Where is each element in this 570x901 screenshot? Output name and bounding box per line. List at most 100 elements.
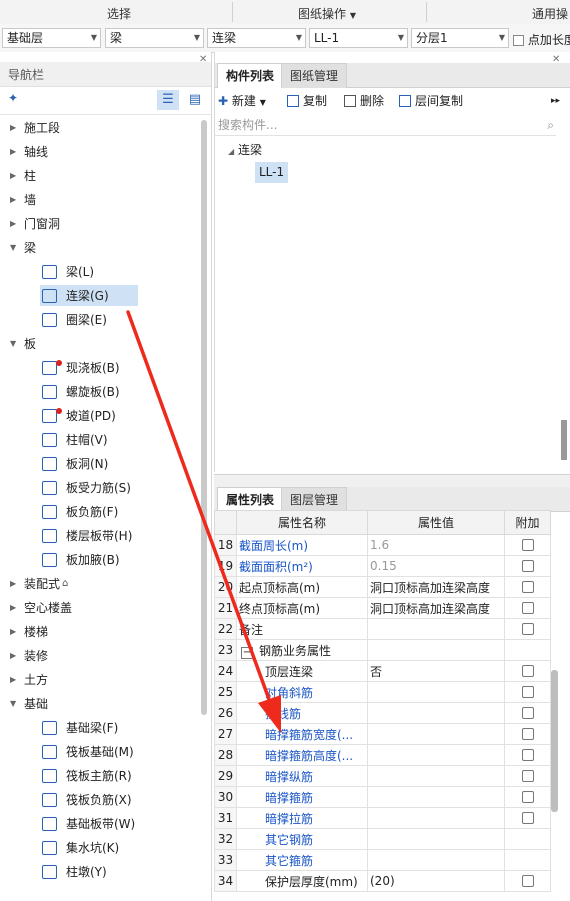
nav-category[interactable]: ▶ 门窗洞	[0, 213, 200, 235]
search-icon[interactable]: ⌕	[547, 115, 554, 135]
property-row[interactable]: 26 折线筋	[214, 702, 551, 724]
property-value[interactable]: 洞口顶标高加连梁高度	[367, 597, 505, 619]
scrollbar-thumb[interactable]	[561, 420, 567, 460]
attach-checkbox[interactable]	[521, 602, 534, 614]
more-icon[interactable]: ▸▸	[551, 92, 560, 110]
property-name-cell[interactable]: 终点顶标高(m)	[236, 597, 368, 619]
nav-category[interactable]: ▶ 墙	[0, 189, 200, 211]
nav-subitem[interactable]: 板受力筋(S)	[0, 477, 200, 499]
nav-category[interactable]: ▼ 基础	[0, 693, 200, 715]
attach-checkbox[interactable]	[521, 791, 534, 803]
nav-category[interactable]: ▶ 轴线	[0, 141, 200, 163]
type-select[interactable]: 连梁 ▼	[207, 28, 306, 48]
ribbon-tab-general[interactable]: 通用操	[532, 5, 568, 22]
add-length-checkbox[interactable]: 点加长度	[513, 31, 570, 48]
collapse-icon[interactable]: −	[241, 646, 253, 659]
delete-button[interactable]: 删除	[344, 92, 384, 110]
nav-subitem[interactable]: 集水坑(K)	[0, 837, 200, 859]
checkbox-box[interactable]	[513, 35, 524, 46]
nav-subitem[interactable]: 连梁(G)	[0, 285, 200, 307]
nav-category[interactable]: ▶ 施工段	[0, 117, 200, 139]
attach-checkbox[interactable]	[521, 812, 534, 824]
property-value[interactable]	[367, 702, 505, 724]
attach-checkbox[interactable]	[521, 707, 534, 719]
detail-view-icon[interactable]: ▤	[184, 90, 206, 110]
property-row[interactable]: 21 终点顶标高(m) 洞口顶标高加连梁高度	[214, 597, 551, 619]
property-value[interactable]	[367, 744, 505, 766]
attach-checkbox[interactable]	[521, 623, 534, 635]
component-search[interactable]: 搜索构件... ⌕	[214, 115, 556, 136]
property-value[interactable]: 1.6	[367, 534, 505, 556]
property-name-cell[interactable]: 起点顶标高(m)	[236, 576, 368, 598]
property-name-cell[interactable]: 暗撑箍筋高度(...	[236, 744, 368, 766]
caret-right-icon[interactable]: ▶	[10, 645, 16, 667]
tab-component-list[interactable]: 构件列表	[217, 63, 284, 88]
property-row[interactable]: 29 暗撑纵筋	[214, 765, 551, 787]
attach-checkbox[interactable]	[521, 581, 534, 593]
tree-item-ll1[interactable]: LL-1	[255, 162, 289, 183]
property-name-cell[interactable]: 顶层连梁	[236, 660, 368, 682]
nav-subitem[interactable]: 梁(L)	[0, 261, 200, 283]
property-name-cell[interactable]: 其它钢筋	[236, 828, 368, 850]
floor-select[interactable]: 基础层 ▼	[2, 28, 101, 48]
copy-button[interactable]: 复制	[287, 92, 327, 110]
caret-right-icon[interactable]: ▶	[10, 621, 16, 643]
caret-down-icon[interactable]: ▼	[10, 333, 16, 355]
property-row[interactable]: 19 截面面积(m²) 0.15	[214, 555, 551, 577]
nav-category[interactable]: ▶ 装修	[0, 645, 200, 667]
property-name-cell[interactable]: 折线筋	[236, 702, 368, 724]
nav-subitem[interactable]: 楼层板带(H)	[0, 525, 200, 547]
nav-category[interactable]: ▼ 梁	[0, 237, 200, 259]
nav-scrollbar[interactable]	[201, 120, 207, 715]
attach-checkbox[interactable]	[521, 770, 534, 782]
property-row[interactable]: 27 暗撑箍筋宽度(...	[214, 723, 551, 745]
property-name-cell[interactable]: 暗撑拉筋	[236, 807, 368, 829]
property-name-cell[interactable]: 截面面积(m²)	[236, 555, 368, 577]
property-row[interactable]: 24 顶层连梁 否	[214, 660, 551, 682]
nav-subitem[interactable]: 筏板负筋(X)	[0, 789, 200, 811]
property-value[interactable]: 洞口顶标高加连梁高度	[367, 576, 505, 598]
nav-subitem[interactable]: 板负筋(F)	[0, 501, 200, 523]
nav-category[interactable]: ▶ 楼梯	[0, 621, 200, 643]
nav-subitem[interactable]: 筏板基础(M)	[0, 741, 200, 763]
caret-right-icon[interactable]: ▶	[10, 597, 16, 619]
property-value[interactable]	[367, 618, 505, 640]
property-row[interactable]: 28 暗撑箍筋高度(...	[214, 744, 551, 766]
ribbon-tab-drawing-ops[interactable]: 图纸操作 ▼	[298, 5, 356, 22]
nav-subitem[interactable]: 柱帽(V)	[0, 429, 200, 451]
layer-select[interactable]: 分层1 ▼	[411, 28, 509, 48]
caret-right-icon[interactable]: ▶	[10, 573, 16, 595]
property-value[interactable]	[367, 828, 505, 850]
attach-checkbox[interactable]	[521, 665, 534, 677]
caret-down-icon[interactable]: ▼	[10, 237, 16, 259]
property-name-cell[interactable]: 对角斜筋	[236, 681, 368, 703]
component-select[interactable]: LL-1 ▼	[309, 28, 408, 48]
property-value[interactable]: (20)	[367, 870, 505, 892]
ribbon-tab-select[interactable]: 选择	[107, 5, 131, 22]
search-input[interactable]: 搜索构件...	[218, 118, 277, 132]
property-name-cell[interactable]: 保护层厚度(mm)	[236, 870, 368, 892]
sparkle-icon[interactable]: ✦	[8, 91, 18, 105]
list-view-icon[interactable]: ☰	[157, 90, 179, 110]
caret-right-icon[interactable]: ▶	[10, 165, 16, 187]
nav-subitem[interactable]: 板洞(N)	[0, 453, 200, 475]
property-row[interactable]: 33 其它箍筋	[214, 849, 551, 871]
tree-root-coupling-beam[interactable]: ◢ 连梁	[228, 141, 262, 158]
property-row[interactable]: 20 起点顶标高(m) 洞口顶标高加连梁高度	[214, 576, 551, 598]
caret-right-icon[interactable]: ▶	[10, 213, 16, 235]
nav-subitem[interactable]: 螺旋板(B)	[0, 381, 200, 403]
tab-property-list[interactable]: 属性列表	[217, 487, 284, 512]
nav-subitem[interactable]: 基础梁(F)	[0, 717, 200, 739]
property-row[interactable]: 31 暗撑拉筋	[214, 807, 551, 829]
property-value[interactable]: 否	[367, 660, 505, 682]
property-value[interactable]	[367, 765, 505, 787]
property-row[interactable]: 18 截面周长(m) 1.6	[214, 534, 551, 556]
attach-checkbox[interactable]	[521, 728, 534, 740]
property-name-cell[interactable]: 暗撑纵筋	[236, 765, 368, 787]
attach-checkbox[interactable]	[521, 875, 534, 887]
nav-category[interactable]: ▶ 装配式 ⌂	[0, 573, 200, 595]
property-value[interactable]	[367, 681, 505, 703]
attach-checkbox[interactable]	[521, 749, 534, 761]
property-value[interactable]	[367, 786, 505, 808]
new-button[interactable]: ✚ 新建 ▼	[218, 92, 266, 110]
